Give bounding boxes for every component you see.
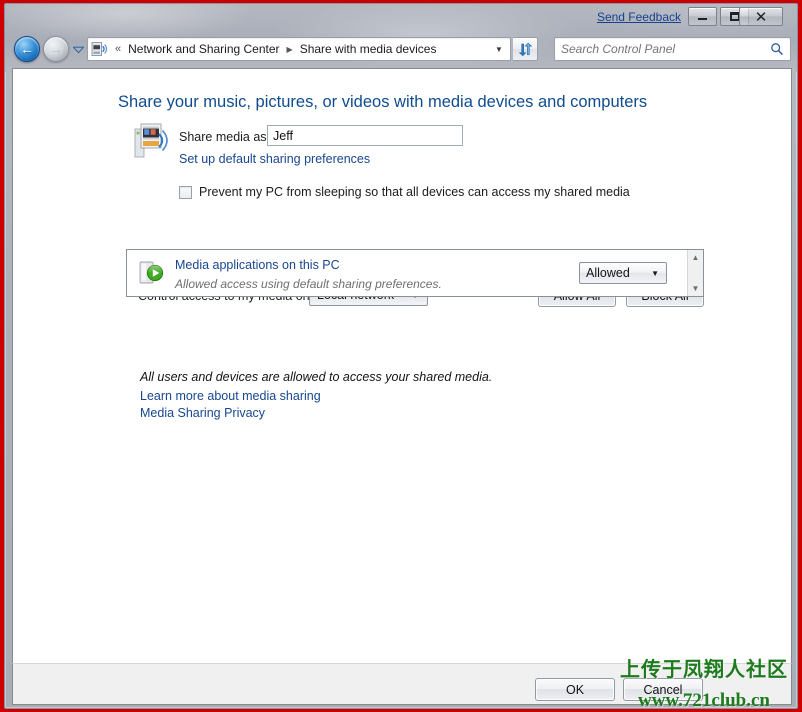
device-permission-value: Allowed xyxy=(586,266,630,280)
prevent-sleep-label: Prevent my PC from sleeping so that all … xyxy=(199,185,630,199)
device-text-block: Media applications on this PC Allowed ac… xyxy=(175,256,579,291)
chevron-down-icon xyxy=(73,46,84,53)
back-button[interactable]: ← xyxy=(14,36,40,62)
arrow-left-icon: ← xyxy=(20,41,34,57)
device-list-viewport: Media applications on this PC Allowed ac… xyxy=(127,250,687,296)
all-allowed-note: All users and devices are allowed to acc… xyxy=(140,370,493,384)
arrow-right-icon: → xyxy=(49,41,63,57)
device-list-item[interactable]: Media applications on this PC Allowed ac… xyxy=(127,250,687,296)
control-panel-icon xyxy=(91,41,109,57)
close-icon: ✕ xyxy=(754,7,768,26)
share-media-as-label: Share media as: xyxy=(179,130,271,144)
media-sharing-privacy-link[interactable]: Media Sharing Privacy xyxy=(140,406,265,420)
breadcrumb-item-share-with-media-devices[interactable]: Share with media devices xyxy=(297,40,440,58)
share-media-as-input[interactable] xyxy=(267,125,463,146)
device-permission-dropdown[interactable]: Allowed ▼ xyxy=(579,262,667,284)
device-list: Media applications on this PC Allowed ac… xyxy=(126,249,704,297)
title-bar: Send Feedback ✕ xyxy=(5,4,797,32)
breadcrumb-item-network-and-sharing-center[interactable]: Network and Sharing Center xyxy=(125,40,282,58)
device-list-scrollbar[interactable]: ▲ ▼ xyxy=(687,250,703,296)
cancel-button[interactable]: Cancel xyxy=(623,678,703,701)
close-button[interactable]: ✕ xyxy=(739,7,783,26)
prevent-sleep-checkbox-row[interactable]: Prevent my PC from sleeping so that all … xyxy=(179,185,630,199)
minimize-button[interactable] xyxy=(688,7,717,26)
device-name-link[interactable]: Media applications on this PC xyxy=(175,258,340,272)
recent-pages-dropdown[interactable] xyxy=(72,43,85,56)
forward-button[interactable]: → xyxy=(43,36,69,62)
refresh-button[interactable] xyxy=(513,37,538,61)
content-pane: Share your music, pictures, or videos wi… xyxy=(12,68,792,663)
chevron-down-icon: ▼ xyxy=(651,268,659,278)
search-input[interactable] xyxy=(555,39,764,59)
media-sharing-icon xyxy=(134,121,170,161)
page-title: Share your music, pictures, or videos wi… xyxy=(118,93,648,111)
default-sharing-preferences-link[interactable]: Set up default sharing preferences xyxy=(179,152,370,166)
minimize-icon xyxy=(689,8,716,25)
send-feedback-link[interactable]: Send Feedback xyxy=(597,10,681,24)
device-status-text: Allowed access using default sharing pre… xyxy=(175,276,442,291)
search-box[interactable] xyxy=(554,37,791,61)
breadcrumb-separator-icon: ▶ xyxy=(286,44,293,54)
learn-more-link[interactable]: Learn more about media sharing xyxy=(140,389,321,403)
window-frame: Send Feedback ✕ ← → « Network and Sharin… xyxy=(4,3,798,709)
ok-label: OK xyxy=(565,682,585,697)
scroll-up-icon[interactable]: ▲ xyxy=(688,250,703,265)
breadcrumb-overflow-icon[interactable]: « xyxy=(111,43,125,55)
refresh-icon xyxy=(518,42,532,56)
footer-command-bar: OK Cancel xyxy=(12,663,792,705)
prevent-sleep-checkbox[interactable] xyxy=(179,185,192,199)
cancel-label: Cancel xyxy=(643,682,683,697)
address-bar[interactable]: « Network and Sharing Center ▶ Share wit… xyxy=(87,37,511,61)
search-icon[interactable] xyxy=(764,38,790,60)
ok-button[interactable]: OK xyxy=(535,678,615,701)
media-application-icon xyxy=(137,258,167,288)
address-dropdown-icon[interactable]: ▼ xyxy=(488,38,510,60)
scroll-down-icon[interactable]: ▼ xyxy=(688,281,703,296)
navigation-bar: ← → « Network and Sharing Center ▶ Share… xyxy=(5,35,797,65)
